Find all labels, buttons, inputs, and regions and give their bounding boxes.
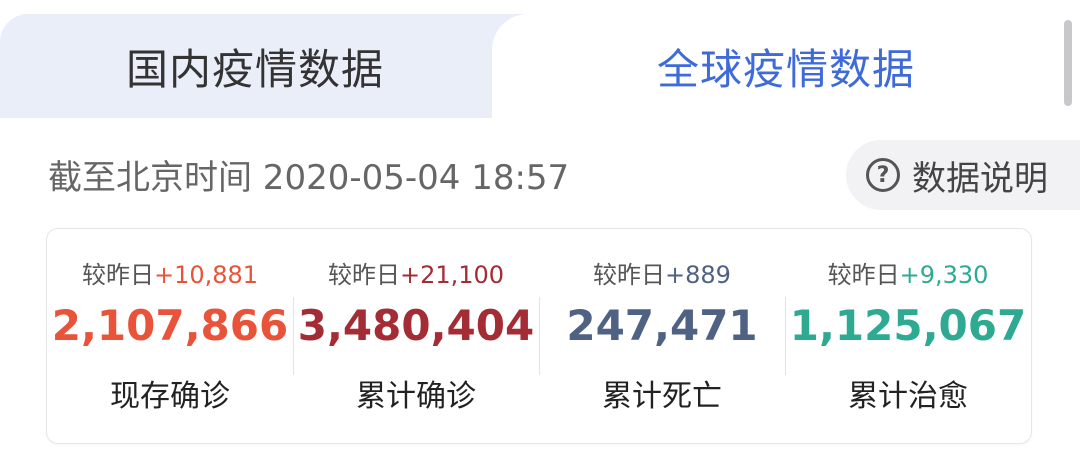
delta-prefix: 较昨日	[827, 261, 900, 289]
stat-value: 247,471	[566, 301, 758, 350]
data-explanation-button[interactable]: ? 数据说明	[846, 140, 1080, 210]
tab-domestic[interactable]: 国内疫情数据	[0, 14, 540, 118]
stat-label: 现存确诊	[110, 379, 230, 414]
delta-value: +21,100	[399, 261, 505, 289]
tab-global[interactable]: 全球疫情数据	[492, 14, 1080, 118]
stat-label: 累计死亡	[602, 379, 722, 414]
update-timestamp: 截至北京时间 2020-05-04 18:57	[48, 158, 570, 198]
tab-domestic-label: 国内疫情数据	[125, 44, 384, 94]
delta-value: +9,330	[899, 261, 989, 289]
stat-current-confirmed: 较昨日+10,881 2,107,866 现存确诊	[47, 229, 293, 443]
stat-label: 累计确诊	[356, 379, 476, 414]
stat-cumulative-recovered: 较昨日+9,330 1,125,067 累计治愈	[785, 229, 1031, 443]
stat-delta: 较昨日+9,330	[785, 255, 1031, 290]
tab-global-label: 全球疫情数据	[656, 44, 915, 94]
question-circle-icon: ?	[866, 158, 900, 192]
stat-cumulative-deaths: 较昨日+889 247,471 累计死亡	[539, 229, 785, 443]
stat-value: 1,125,067	[789, 301, 1027, 350]
stat-delta: 较昨日+889	[539, 255, 785, 290]
stat-value: 2,107,866	[51, 301, 289, 350]
stat-value: 3,480,404	[297, 301, 535, 350]
stat-label: 累计治愈	[848, 379, 968, 414]
scrollbar-thumb[interactable]	[1064, 20, 1072, 106]
delta-value: +889	[665, 261, 731, 289]
data-tabs: 国内疫情数据 全球疫情数据	[0, 0, 1080, 118]
data-explanation-label: 数据说明	[912, 158, 1048, 199]
delta-prefix: 较昨日	[327, 261, 400, 289]
stats-card: 较昨日+10,881 2,107,866 现存确诊 较昨日+21,100 3,4…	[46, 228, 1032, 444]
stat-delta: 较昨日+10,881	[47, 255, 293, 290]
delta-value: +10,881	[153, 261, 259, 289]
stat-delta: 较昨日+21,100	[293, 255, 539, 290]
delta-prefix: 较昨日	[593, 261, 666, 289]
delta-prefix: 较昨日	[81, 261, 154, 289]
stat-cumulative-confirmed: 较昨日+21,100 3,480,404 累计确诊	[293, 229, 539, 443]
epidemic-data-page: 国内疫情数据 全球疫情数据 截至北京时间 2020-05-04 18:57 ? …	[0, 0, 1080, 463]
